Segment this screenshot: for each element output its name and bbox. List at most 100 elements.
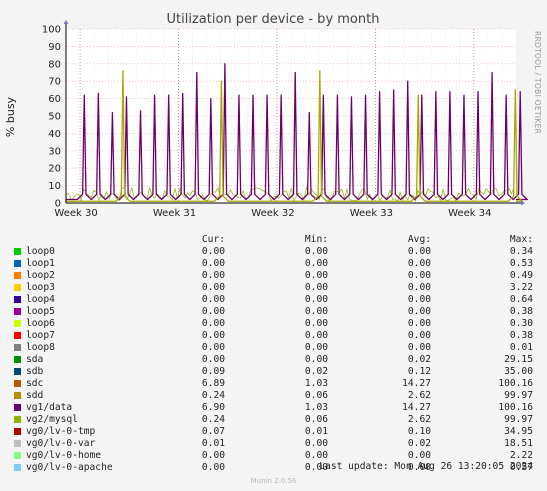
legend-swatch: [14, 356, 21, 363]
legend-min: 0.00: [304, 294, 328, 305]
legend-min: 0.00: [304, 258, 328, 269]
legend-row: sda 0.00 0.00 0.02 29.15: [0, 354, 547, 366]
legend-avg: 0.00: [407, 294, 431, 305]
legend-swatch: [14, 332, 21, 339]
x-ticks: Week 30 Week 31 Week 32 Week 33 Week 34: [54, 208, 491, 219]
legend-avg: 0.10: [407, 426, 431, 437]
legend-cur: 0.00: [201, 258, 225, 269]
legend-max: 0.49: [509, 270, 533, 281]
rrdtool-credit: RRDTOOL / TOBI OETIKER: [533, 31, 542, 134]
legend-row: loop7 0.00 0.00 0.00 0.38: [0, 330, 547, 342]
legend-min: 0.00: [304, 342, 328, 353]
legend-min: 0.00: [304, 354, 328, 365]
legend-avg: 0.00: [407, 306, 431, 317]
legend-row: vg2/mysql 0.24 0.06 2.62 99.97: [0, 414, 547, 426]
legend-col-cur: Cur:: [201, 234, 225, 245]
legend-avg: 0.00: [407, 270, 431, 281]
legend-cur: 0.00: [201, 318, 225, 329]
y-axis-label: % busy: [4, 96, 17, 137]
x-tick-label: Week 30: [54, 208, 97, 219]
legend-row: loop8 0.00 0.00 0.00 0.01: [0, 342, 547, 354]
legend-cur: 0.07: [201, 426, 225, 437]
legend-swatch: [14, 380, 21, 387]
legend-swatch: [14, 320, 21, 327]
legend-max: 99.97: [504, 414, 533, 425]
legend-col-max: Max:: [509, 234, 533, 245]
legend-name: loop1: [26, 258, 55, 269]
legend-max: 29.15: [504, 354, 533, 365]
legend-cur: 6.89: [201, 378, 225, 389]
x-tick-label: Week 33: [350, 208, 393, 219]
legend-cur: 0.00: [201, 306, 225, 317]
y-axis-arrow: [63, 20, 69, 24]
legend-swatch: [14, 308, 21, 315]
legend-avg: 0.00: [407, 246, 431, 257]
legend-row: sdc 6.89 1.03 14.27 100.16: [0, 378, 547, 390]
legend-cur: 0.24: [201, 390, 225, 401]
legend-swatch: [14, 284, 21, 291]
x-axis-arrow: [521, 200, 525, 206]
legend-swatch: [14, 404, 21, 411]
y-tick-label: 90: [48, 42, 61, 53]
legend-max: 100.16: [498, 378, 533, 389]
legend-cur: 0.00: [201, 294, 225, 305]
legend-min: 0.00: [304, 330, 328, 341]
legend-swatch: [14, 344, 21, 351]
legend-cur: 0.00: [201, 342, 225, 353]
x-tick-label: Week 31: [153, 208, 196, 219]
legend-cur: 0.00: [201, 462, 225, 473]
legend-name: sdc: [26, 378, 44, 389]
legend-min: 1.03: [304, 378, 328, 389]
legend-min: 0.00: [304, 306, 328, 317]
legend-row: sdd 0.24 0.06 2.62 99.97: [0, 390, 547, 402]
x-tick-label: Week 32: [251, 208, 294, 219]
legend-avg: 0.02: [407, 354, 431, 365]
legend-min: 0.00: [304, 318, 328, 329]
legend-swatch: [14, 464, 21, 471]
legend-name: vg0/lv-0-home: [26, 450, 102, 461]
legend-name: vg0/lv-0-var: [26, 438, 96, 449]
legend-swatch: [14, 452, 21, 459]
legend-swatch: [14, 392, 21, 399]
legend-name: loop0: [26, 246, 55, 257]
legend-avg: 14.27: [402, 402, 431, 413]
legend-name: loop4: [26, 294, 55, 305]
legend-avg: 0.00: [407, 282, 431, 293]
legend-avg: 2.62: [407, 390, 431, 401]
legend-name: loop3: [26, 282, 55, 293]
y-tick-label: 80: [48, 59, 61, 70]
legend-max: 0.38: [509, 330, 533, 341]
legend-min: 0.06: [304, 414, 328, 425]
legend-swatch: [14, 416, 21, 423]
legend-min: 0.06: [304, 390, 328, 401]
legend-row: vg0/lv-0-var 0.01 0.00 0.02 18.51: [0, 438, 547, 450]
legend-max: 18.51: [504, 438, 533, 449]
y-tick-label: 30: [48, 146, 61, 157]
legend-max: 34.95: [504, 426, 533, 437]
x-tick-label: Week 34: [448, 208, 491, 219]
y-tick-label: 70: [48, 77, 61, 88]
legend-cur: 0.00: [201, 282, 225, 293]
legend-row: vg0/lv-0-tmp 0.07 0.01 0.10 34.95: [0, 426, 547, 438]
legend-min: 0.00: [304, 438, 328, 449]
y-tick-label: 60: [48, 94, 61, 105]
legend-min: 1.03: [304, 402, 328, 413]
legend-col-avg: Avg:: [407, 234, 431, 245]
legend-cur: 0.24: [201, 414, 225, 425]
y-ticks: 0102030405060708090100: [42, 25, 61, 210]
y-tick-label: 40: [48, 129, 61, 140]
legend-max: 0.34: [509, 246, 533, 257]
legend-row: loop4 0.00 0.00 0.00 0.64: [0, 294, 547, 306]
legend-cur: 0.00: [201, 270, 225, 281]
legend-cur: 0.01: [201, 438, 225, 449]
legend-avg: 0.00: [407, 342, 431, 353]
legend: Cur: Min: Avg: Max: loop0 0.00 0.00 0.00 0.3…: [0, 234, 547, 474]
legend-cur: 0.00: [201, 330, 225, 341]
legend-row: loop2 0.00 0.00 0.00 0.49: [0, 270, 547, 282]
legend-name: vg1/data: [26, 402, 73, 413]
legend-col-min: Min:: [304, 234, 328, 245]
legend-name: sda: [26, 354, 44, 365]
legend-swatch: [14, 248, 21, 255]
legend-max: 0.01: [509, 342, 533, 353]
legend-avg: 14.27: [402, 378, 431, 389]
